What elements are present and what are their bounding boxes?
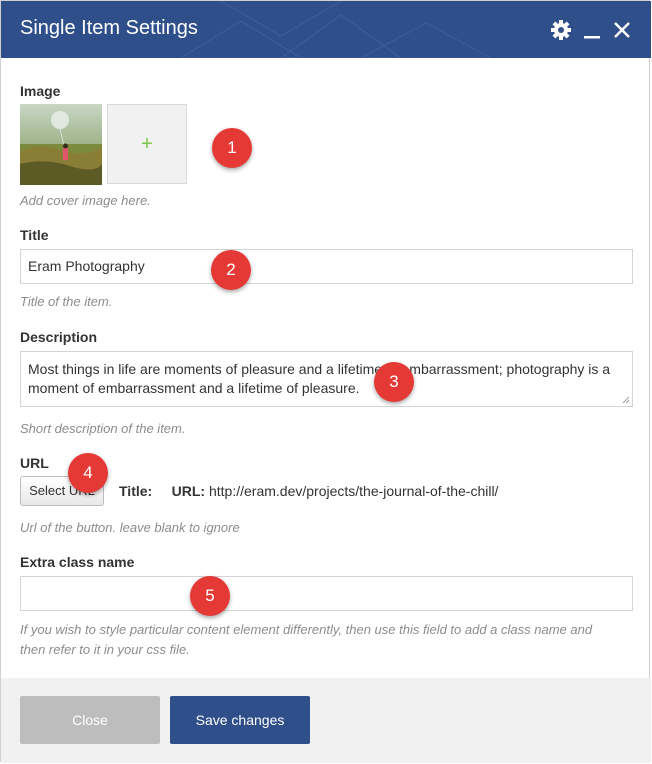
description-help: Short description of the item. xyxy=(20,421,186,436)
url-help: Url of the button. leave blank to ignore xyxy=(20,520,240,535)
annotation-badge: 1 xyxy=(212,128,252,168)
extra-class-help: If you wish to style particular content … xyxy=(20,622,593,657)
title-help: Title of the item. xyxy=(20,294,113,309)
image-help: Add cover image here. xyxy=(20,193,151,208)
description-textarea[interactable]: Most things in life are moments of pleas… xyxy=(20,351,633,407)
plus-icon: + xyxy=(141,133,153,155)
url-url-label: URL: xyxy=(171,483,206,499)
annotation-badge: 3 xyxy=(374,362,414,402)
annotation-badge: 5 xyxy=(190,576,230,616)
minimize-icon[interactable] xyxy=(580,18,604,42)
url-value[interactable]: http://eram.dev/projects/the-journal-of-… xyxy=(209,483,498,499)
settings-modal: Single Item Settings Image + Add cover i… xyxy=(0,0,651,763)
extra-class-input[interactable] xyxy=(20,576,633,611)
extra-class-label: Extra class name xyxy=(20,554,135,570)
url-title-label: Title: xyxy=(119,483,153,499)
modal-body: Image + Add cover image here. Title Eram… xyxy=(1,58,651,678)
save-changes-button[interactable]: Save changes xyxy=(170,696,310,744)
cover-image-thumbnail[interactable] xyxy=(20,104,102,185)
title-label: Title xyxy=(20,227,49,243)
url-info: Title: URL: http://eram.dev/projects/the… xyxy=(119,483,498,499)
resize-handle-icon[interactable] xyxy=(622,396,630,404)
description-label: Description xyxy=(20,329,98,345)
image-label: Image xyxy=(20,83,61,99)
modal-title: Single Item Settings xyxy=(20,17,198,39)
close-button[interactable]: Close xyxy=(20,696,160,744)
annotation-badge: 4 xyxy=(68,453,108,493)
title-input[interactable]: Eram Photography xyxy=(20,249,633,284)
add-image-button[interactable]: + xyxy=(107,104,187,184)
description-text: Most things in life are moments of pleas… xyxy=(28,361,611,396)
gear-icon[interactable] xyxy=(549,18,573,42)
close-icon[interactable] xyxy=(610,18,634,42)
url-label: URL xyxy=(20,455,49,471)
annotation-badge: 2 xyxy=(211,250,251,290)
header-decoration xyxy=(179,1,491,58)
modal-footer: Close Save changes xyxy=(1,678,651,763)
modal-header: Single Item Settings xyxy=(1,1,651,58)
